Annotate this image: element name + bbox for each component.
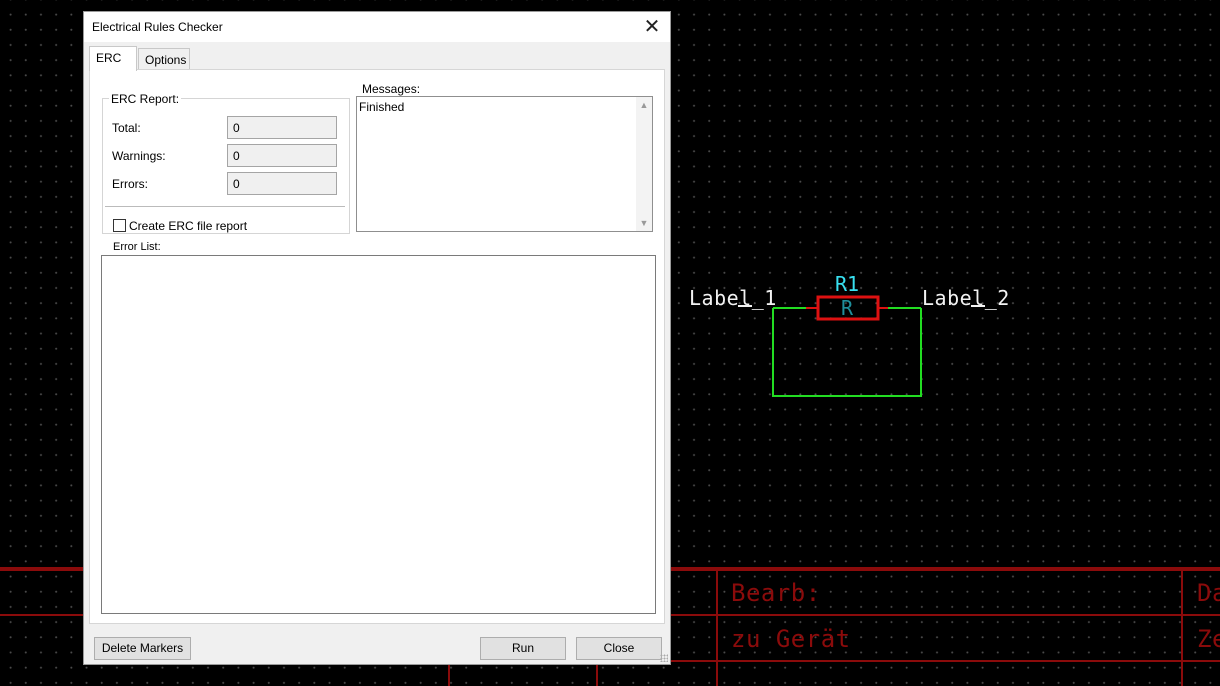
create-report-label[interactable]: Create ERC file report [129, 219, 247, 233]
messages-title: Messages: [362, 82, 421, 96]
dialog-title: Electrical Rules Checker [92, 20, 223, 34]
label-1[interactable]: Label_1 [689, 288, 777, 308]
warnings-label: Warnings: [112, 149, 166, 163]
erc-report-title: ERC Report: [109, 92, 182, 106]
wire-loop [772, 307, 922, 397]
total-label: Total: [112, 121, 141, 135]
errors-value: 0 [233, 177, 240, 191]
total-value: 0 [233, 121, 240, 135]
title-block-zu-geraet: zu Gerät [731, 625, 851, 653]
messages-scrollbar[interactable]: ▲ ▼ [636, 97, 652, 231]
scroll-down-icon[interactable]: ▼ [636, 215, 652, 231]
messages-text: Finished [359, 100, 405, 114]
title-block-bearb: Bearb: [731, 579, 821, 607]
tab-erc[interactable]: ERC [89, 46, 137, 71]
errors-label: Errors: [112, 177, 148, 191]
tab-erc-label: ERC [96, 51, 122, 65]
total-field: 0 [227, 116, 337, 139]
resistor-value[interactable]: R [841, 298, 853, 318]
delete-markers-button[interactable]: Delete Markers [94, 637, 191, 660]
erc-tab-panel: ERC Report: Total: 0 Warnings: 0 Errors:… [89, 69, 665, 624]
resistor-reference[interactable]: R1 [835, 274, 859, 294]
title-block-right-top: Da [1197, 579, 1220, 607]
tab-options-label: Options [145, 53, 187, 67]
dialog-titlebar[interactable]: Electrical Rules Checker ✕ [84, 12, 670, 42]
close-button[interactable]: Close [576, 637, 662, 660]
errors-field: 0 [227, 172, 337, 195]
erc-report-group: ERC Report: Total: 0 Warnings: 0 Errors:… [102, 92, 350, 234]
erc-dialog: Electrical Rules Checker ✕ ERC Options E… [83, 11, 671, 665]
title-block-right-bottom: Ze [1197, 625, 1220, 653]
run-button[interactable]: Run [480, 637, 566, 660]
close-icon[interactable]: ✕ [640, 15, 664, 39]
messages-textarea[interactable]: Finished ▲ ▼ [356, 96, 653, 232]
error-list-box[interactable] [101, 255, 656, 614]
error-list-title: Error List: [113, 241, 161, 253]
warnings-value: 0 [233, 149, 240, 163]
resize-grip-icon[interactable] [660, 654, 668, 662]
tab-options[interactable]: Options [138, 48, 190, 70]
create-report-checkbox[interactable] [113, 219, 126, 232]
scroll-up-icon[interactable]: ▲ [636, 97, 652, 113]
report-divider [105, 206, 345, 207]
warnings-field: 0 [227, 144, 337, 167]
label-2[interactable]: Label_2 [922, 288, 1010, 308]
